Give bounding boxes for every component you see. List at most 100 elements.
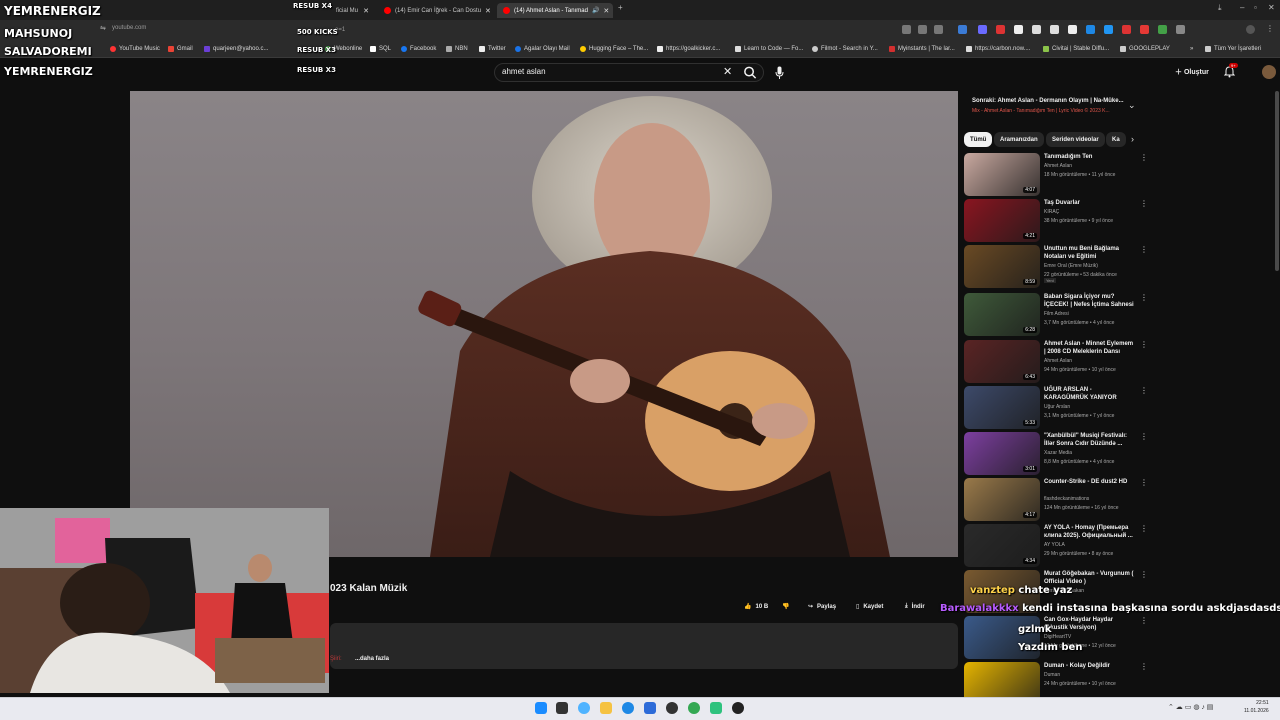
extension-icon[interactable]: [1140, 25, 1149, 34]
extension-icon[interactable]: [1104, 25, 1113, 34]
related-video-title[interactable]: Tanımadığım Ten: [1044, 153, 1136, 161]
more-options-icon[interactable]: ⋮: [1140, 340, 1148, 349]
more-bookmarks-icon[interactable]: »: [1190, 46, 1193, 52]
video-thumbnail[interactable]: 6:28: [964, 293, 1040, 336]
extension-icon[interactable]: [1050, 25, 1059, 34]
channel-name[interactable]: Ahmet Aslan: [1044, 163, 1072, 169]
store-icon[interactable]: [644, 702, 656, 714]
video-thumbnail[interactable]: 4:21: [964, 199, 1040, 242]
up-next-title[interactable]: Sonraki: Ahmet Aslan - Dermanın Olayım |…: [972, 98, 1124, 104]
tab-emir-can[interactable]: (14) Emir Can İğrek - Can Dostu ✕: [378, 3, 494, 18]
extension-icon[interactable]: [996, 25, 1005, 34]
bookmark-item[interactable]: Learn to Code — Fo...: [735, 46, 803, 52]
share-button[interactable]: ↪ Paylaş: [808, 603, 836, 611]
channel-name[interactable]: Xazar Media: [1044, 450, 1072, 456]
bookmark-item[interactable]: Hugging Face – The...: [580, 46, 648, 52]
bookmark-item[interactable]: Twitter: [479, 46, 506, 52]
download-icon[interactable]: ⤓: [1218, 3, 1222, 13]
related-video-title[interactable]: "Xanbülbül" Musiqi Festivalı: İllər Sonr…: [1044, 432, 1136, 448]
more-options-icon[interactable]: ⋮: [1140, 199, 1148, 208]
extension-icon[interactable]: [1158, 25, 1167, 34]
extension-icon[interactable]: [1086, 25, 1095, 34]
video-thumbnail[interactable]: 8:59: [964, 245, 1040, 288]
related-video[interactable]: 6:43 Ahmet Aslan - Minnet Eylemem | 2008 …: [964, 340, 1148, 384]
extension-icon[interactable]: [1032, 25, 1041, 34]
bookmark-item[interactable]: NBN: [446, 46, 468, 52]
related-video-title[interactable]: Murat Göğebakan - Vurgunum ( Official Vi…: [1044, 570, 1136, 586]
bookmark-item[interactable]: Filmot - Search in Y...: [812, 46, 878, 52]
app-icon[interactable]: [710, 702, 722, 714]
video-thumbnail[interactable]: 4:17: [964, 478, 1040, 521]
extension-icon[interactable]: [958, 25, 967, 34]
bookmark-item[interactable]: quarjeen@yahoo.c...: [204, 46, 268, 52]
bookmark-item[interactable]: Myinstants | The lar...: [889, 46, 955, 52]
channel-name[interactable]: flashdeckanimations: [1044, 496, 1089, 502]
clock[interactable]: 22:51 11.01.2026: [1244, 699, 1269, 715]
chip-series[interactable]: Seriden videolar: [1046, 132, 1105, 147]
extension-icon[interactable]: [978, 25, 987, 34]
close-icon[interactable]: ✕: [485, 7, 491, 15]
more-options-icon[interactable]: ⋮: [1140, 245, 1148, 254]
menu-dots-icon[interactable]: ⋮: [1266, 24, 1274, 33]
zoom-icon[interactable]: [918, 25, 927, 34]
close-window-icon[interactable]: ✕: [1268, 3, 1275, 12]
channel-name[interactable]: Ahmet Aslan: [1044, 358, 1072, 364]
bookmark-item[interactable]: https://goalkicker.c...: [657, 46, 720, 52]
more-options-icon[interactable]: ⋮: [1140, 432, 1148, 441]
chip-from-search[interactable]: Aramanızdan: [994, 132, 1044, 147]
video-thumbnail[interactable]: 4:07: [964, 153, 1040, 196]
related-video[interactable]: Can Gox-Haydar Haydar (Akustik Versiyon)…: [964, 616, 1148, 660]
channel-name[interactable]: KIRAÇ: [1044, 209, 1059, 215]
bookmark-item[interactable]: Gmail: [168, 46, 193, 52]
close-icon[interactable]: ✕: [603, 7, 609, 15]
taskview-icon[interactable]: [556, 702, 568, 714]
chip-more[interactable]: Ka: [1106, 132, 1126, 147]
extension-icon[interactable]: [1014, 25, 1023, 34]
chevron-down-icon[interactable]: ⌄: [1128, 100, 1136, 111]
related-video[interactable]: 4:17 Counter-Strike - DE dust2 HD flashdec…: [964, 478, 1148, 522]
install-icon[interactable]: [902, 25, 911, 34]
extensions-puzzle-icon[interactable]: [1176, 25, 1185, 34]
bookmark-item[interactable]: SQL: [370, 46, 391, 52]
related-video[interactable]: 4:21 Taş Duvarlar KIRAÇ 38 Mn görüntüleme •…: [964, 199, 1148, 243]
bookmark-item[interactable]: Facebook: [401, 46, 436, 52]
channel-name[interactable]: Uğur Arslan: [1044, 404, 1070, 410]
video-thumbnail[interactable]: 6:43: [964, 340, 1040, 383]
close-icon[interactable]: ✕: [363, 7, 369, 15]
bookmark-item[interactable]: Civitai | Stable Diffu...: [1043, 46, 1109, 52]
start-icon[interactable]: [535, 702, 547, 714]
file-explorer-icon[interactable]: [600, 702, 612, 714]
related-video-title[interactable]: Duman - Kolay Değildir: [1044, 662, 1136, 670]
avatar[interactable]: [1262, 65, 1276, 79]
minimize-icon[interactable]: –: [1240, 3, 1244, 12]
chip-all[interactable]: Tümü: [964, 132, 993, 147]
related-video[interactable]: 4:07 Tanımadığım Ten Ahmet Aslan 18 Mn görü…: [964, 153, 1148, 197]
channel-name[interactable]: Emre Oral (Emre Müzik): [1044, 263, 1098, 269]
search-icon[interactable]: [742, 65, 758, 80]
profile-icon[interactable]: [1246, 25, 1255, 34]
related-video-title[interactable]: Taş Duvarlar: [1044, 199, 1136, 207]
scrollbar[interactable]: [1275, 91, 1279, 271]
video-player[interactable]: [130, 91, 958, 557]
description-box[interactable]: [330, 623, 958, 669]
tab-ahmet-aslan[interactable]: (14) Ahmet Aslan - Tanımad 🔊 ✕: [497, 3, 613, 18]
save-button[interactable]: ▯ Kaydet: [856, 603, 883, 611]
chevron-right-icon[interactable]: ›: [1131, 134, 1134, 144]
bookmark-item[interactable]: Agalar Olayı Mail: [515, 46, 570, 52]
speaker-icon[interactable]: 🔊: [592, 7, 599, 14]
obs-icon[interactable]: [666, 702, 678, 714]
more-options-icon[interactable]: ⋮: [1140, 662, 1148, 671]
create-button[interactable]: ＋ Oluştur: [1175, 67, 1209, 77]
more-options-icon[interactable]: ⋮: [1140, 293, 1148, 302]
channel-name[interactable]: AY YOLA: [1044, 542, 1065, 548]
tab-official-music[interactable]: ficial Mu ✕: [330, 3, 375, 18]
bookmark-item[interactable]: YouTube Music: [110, 46, 160, 52]
related-video[interactable]: 8:59 Unuttun mu Beni Bağlama Notaları ve …: [964, 245, 1148, 289]
show-more-link[interactable]: ...daha fazla: [355, 656, 389, 662]
microphone-icon[interactable]: [775, 66, 784, 79]
more-options-icon[interactable]: ⋮: [1140, 478, 1148, 487]
video-thumbnail[interactable]: 5:33: [964, 386, 1040, 429]
more-options-icon[interactable]: ⋮: [1140, 616, 1148, 625]
bookmark-folder[interactable]: GOOGLEPLAY: [1120, 46, 1170, 52]
video-thumbnail[interactable]: 4:34: [964, 524, 1040, 567]
